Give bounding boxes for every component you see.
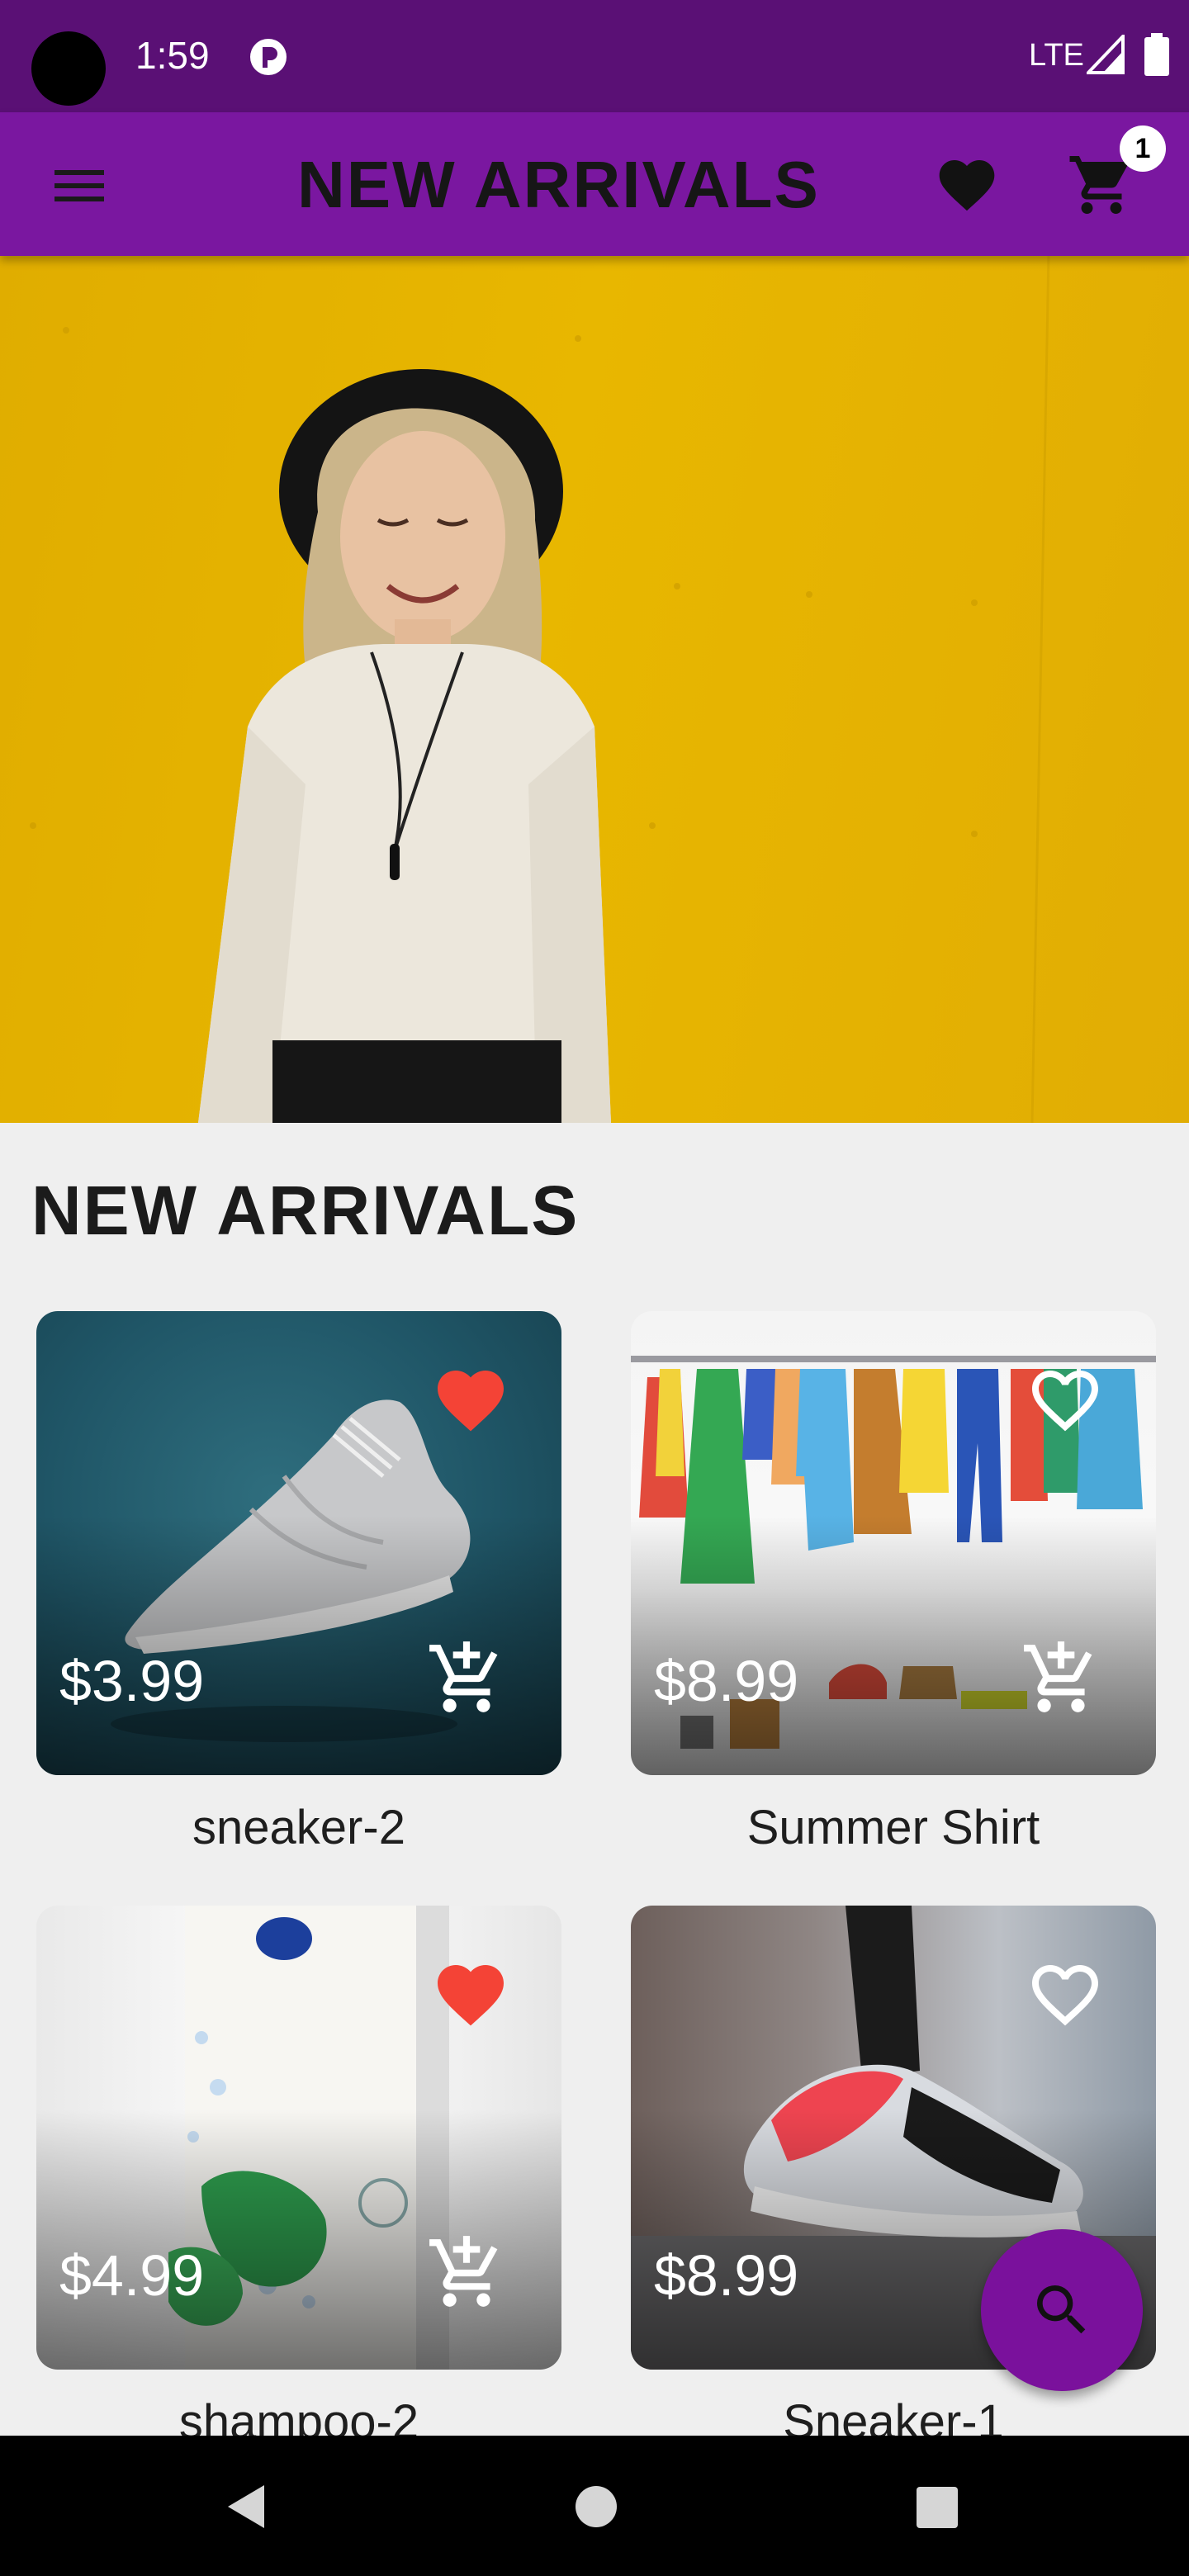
network-type: LTE: [1029, 38, 1084, 73]
recents-icon[interactable]: [917, 2487, 958, 2528]
battery-icon: [1144, 33, 1169, 76]
hero-model-image: [30, 256, 1050, 1123]
product-price: $3.99: [59, 1649, 205, 1713]
product-price: $4.99: [59, 2243, 205, 2308]
product-card[interactable]: $3.99 sneaker-2: [36, 1311, 561, 1855]
add-to-cart-icon[interactable]: [423, 2233, 510, 2313]
add-to-cart-icon[interactable]: [1017, 1638, 1105, 1719]
product-price: $8.99: [654, 1649, 799, 1713]
heart-filled-icon[interactable]: [428, 1361, 514, 1440]
system-navigation-bar: [0, 2436, 1189, 2576]
product-image[interactable]: $4.99: [36, 1906, 561, 2370]
heart-outline-icon[interactable]: [1022, 1361, 1108, 1440]
page-title: NEW ARRIVALS: [297, 148, 820, 221]
signal-icon: [1087, 35, 1125, 74]
add-to-cart-icon[interactable]: [423, 1638, 510, 1719]
heart-icon[interactable]: [931, 152, 1002, 218]
status-time: 1:59: [135, 34, 210, 77]
menu-icon[interactable]: [40, 157, 119, 215]
hero-banner: [0, 256, 1189, 1123]
product-card[interactable]: $8.99 Summer Shirt: [631, 1311, 1156, 1855]
camera-cutout: [31, 31, 106, 106]
section-title: NEW ARRIVALS: [31, 1172, 580, 1249]
heart-filled-icon[interactable]: [428, 1955, 514, 2034]
product-image[interactable]: $3.99: [36, 1311, 561, 1775]
product-name: sneaker-2: [192, 1801, 405, 1854]
product-card[interactable]: $4.99 shampoo-2: [36, 1906, 561, 2450]
home-icon[interactable]: [575, 2485, 618, 2528]
cart-count-badge: 1: [1120, 125, 1166, 172]
product-image[interactable]: $8.99: [631, 1311, 1156, 1775]
heart-outline-icon[interactable]: [1022, 1955, 1108, 2034]
product-name: Summer Shirt: [746, 1801, 1040, 1854]
product-price: $8.99: [654, 2243, 799, 2308]
status-bar: 1:59 LTE: [0, 0, 1189, 112]
app-bar: NEW ARRIVALS: [0, 112, 1189, 256]
search-fab[interactable]: [981, 2229, 1143, 2391]
search-icon: [1037, 2285, 1086, 2334]
back-icon[interactable]: [223, 2482, 269, 2531]
app-notification-icon: [250, 39, 287, 75]
